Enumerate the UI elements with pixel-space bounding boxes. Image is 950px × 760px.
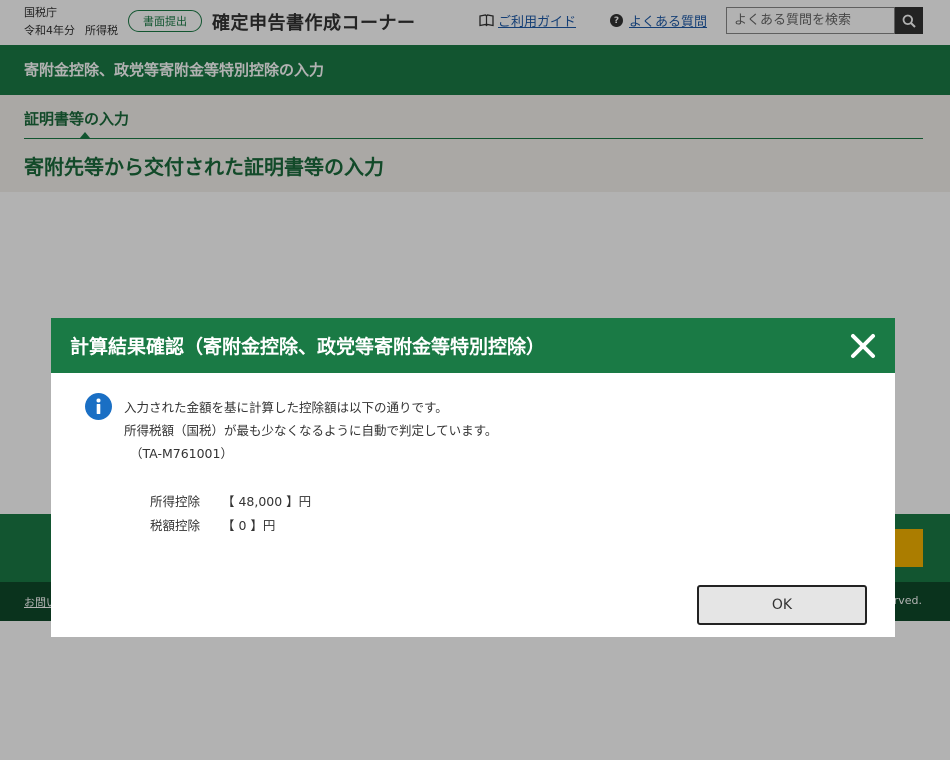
message-code: （TA-M761001） bbox=[130, 446, 233, 461]
calculation-result-dialog: 計算結果確認（寄附金控除、政党等寄附金等特別控除） 入力された金額を基に計算した… bbox=[51, 318, 895, 637]
ok-button[interactable]: OK bbox=[697, 585, 867, 625]
dialog-header: 計算結果確認（寄附金控除、政党等寄附金等特別控除） bbox=[51, 318, 895, 373]
dialog-title: 計算結果確認（寄附金控除、政党等寄附金等特別控除） bbox=[70, 336, 546, 358]
tax-credit-value: 【 0 】円 bbox=[222, 518, 276, 533]
income-deduction-label: 所得控除 bbox=[150, 494, 201, 509]
dialog-message-line2: 所得税額（国税）が最も少なくなるように自動で判定しています。 bbox=[124, 423, 498, 438]
close-button[interactable] bbox=[847, 330, 879, 362]
info-icon bbox=[85, 393, 112, 420]
income-deduction-value: 【 48,000 】円 bbox=[222, 494, 312, 509]
close-icon bbox=[851, 334, 875, 358]
dialog-message-line1: 入力された金額を基に計算した控除額は以下の通りです。 bbox=[124, 400, 448, 415]
tax-credit-label: 税額控除 bbox=[150, 518, 201, 533]
